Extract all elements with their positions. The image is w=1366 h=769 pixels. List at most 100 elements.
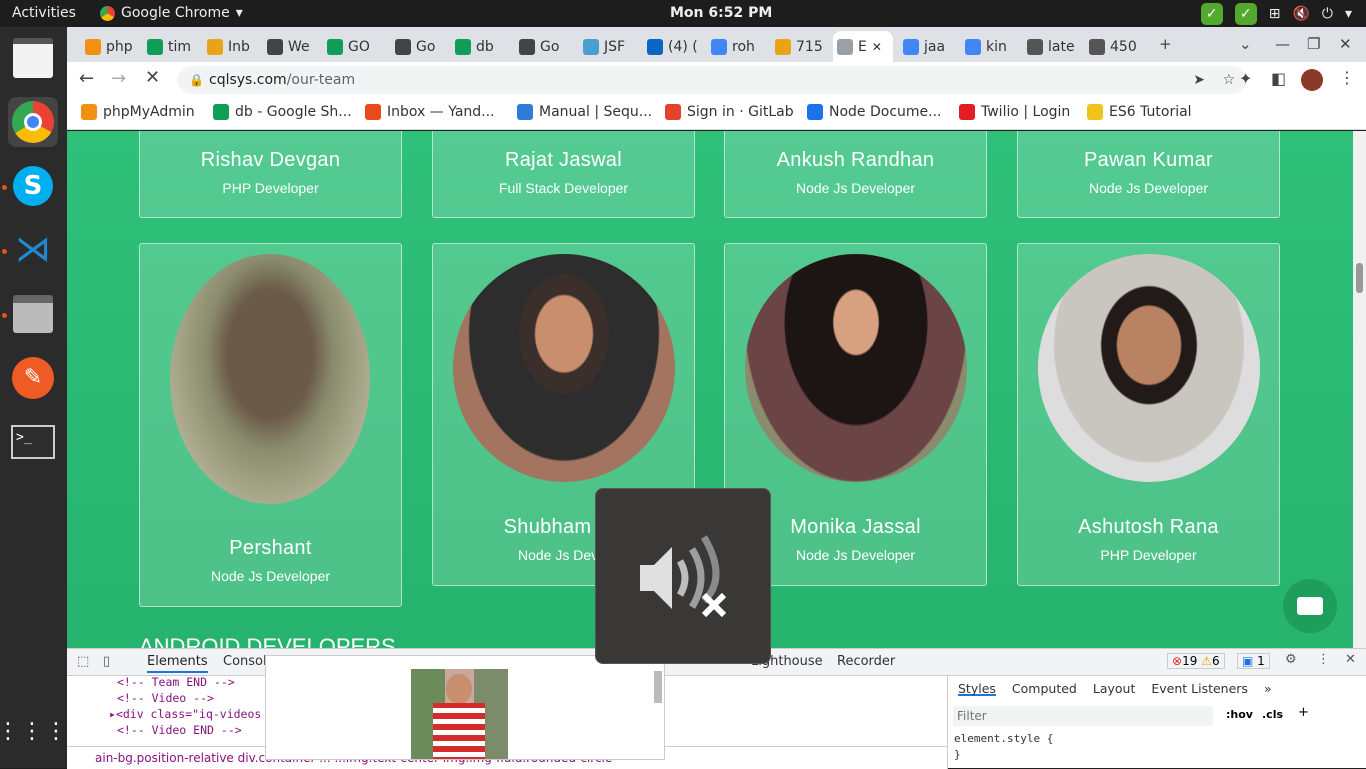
activities-button[interactable]: Activities — [12, 5, 76, 21]
browser-tab[interactable]: Go — [391, 31, 449, 62]
browser-tab[interactable]: php — [81, 31, 139, 62]
more-icon[interactable]: ⋮ — [1317, 652, 1330, 667]
file-cabinet-icon[interactable] — [8, 289, 58, 339]
stop-icon[interactable]: ✕ — [145, 67, 160, 88]
chrome-icon — [100, 5, 115, 21]
menu-icon[interactable]: ⋮ — [1339, 68, 1355, 87]
browser-tab[interactable]: Go — [515, 31, 573, 62]
tab-favicon-icon — [455, 38, 471, 55]
browser-tab[interactable]: E ✕ — [833, 31, 893, 62]
browser-tab[interactable]: roh — [707, 31, 765, 62]
device-toolbar-icon[interactable]: ▯ — [103, 654, 110, 669]
cls-toggle[interactable]: .cls — [1262, 708, 1283, 721]
issues-badge[interactable]: ▣ 1 — [1237, 653, 1270, 669]
browser-tab[interactable]: 715 — [771, 31, 829, 62]
maximize-icon[interactable]: ❐ — [1307, 35, 1320, 53]
hov-toggle[interactable]: :hov — [1226, 708, 1253, 721]
bookmark-item[interactable]: phpMyAdmin — [81, 104, 195, 120]
chrome-dock-icon[interactable] — [8, 97, 58, 147]
sync-check-icon[interactable]: ✓ — [1234, 3, 1257, 25]
tab-elements[interactable]: Elements — [147, 654, 208, 673]
vscode-icon[interactable]: ⋊ — [8, 225, 58, 275]
update-check-icon[interactable]: ✓ — [1200, 3, 1223, 25]
member-name: Pershant — [229, 537, 312, 559]
browser-tab[interactable]: GO — [323, 31, 381, 62]
issues-counter[interactable]: ⊗19 ⚠6 — [1167, 653, 1225, 669]
add-style-icon[interactable]: + — [1298, 705, 1309, 720]
tab-favicon-icon — [327, 38, 343, 55]
dom-node[interactable]: ▸<div class="iq-videos — [109, 707, 261, 721]
postman-icon[interactable]: ✎ — [8, 353, 58, 403]
expand-arrow-icon[interactable]: ▸ — [109, 707, 116, 721]
browser-tab[interactable]: jaa — [899, 31, 957, 62]
bookmark-item[interactable]: ES6 Tutorial — [1087, 104, 1192, 120]
back-icon[interactable]: ← — [79, 68, 94, 89]
team-card: Ankush Randhan Node Js Developer — [724, 131, 987, 218]
forward-icon[interactable]: → — [111, 68, 126, 89]
app-menu[interactable]: Google Chrome ▾ — [100, 5, 243, 21]
terminal-icon[interactable]: >_ — [8, 417, 58, 467]
tab-favicon-icon — [395, 38, 411, 55]
browser-tab[interactable]: 450 — [1085, 31, 1143, 62]
volume-muted-icon[interactable]: 🔇 — [1292, 6, 1309, 22]
dom-comment[interactable]: <!-- Video --> — [117, 691, 214, 705]
extensions-icon[interactable]: ✦ — [1239, 69, 1252, 88]
member-role: Node Js Developer — [210, 568, 331, 584]
tab-layout[interactable]: Layout — [1093, 681, 1136, 696]
inspect-icon[interactable]: ⬚ — [77, 654, 89, 669]
address-bar[interactable]: 🔒 cqlsys.com/our-team ➤ ☆ — [177, 66, 1247, 94]
power-icon[interactable]: ⏻ — [1322, 6, 1333, 22]
styles-filter-input[interactable] — [953, 706, 1213, 726]
tab-label: We — [288, 38, 310, 55]
tab-computed[interactable]: Computed — [1012, 681, 1077, 696]
more-tabs-icon[interactable]: » — [1264, 681, 1272, 696]
close-tab-icon[interactable]: ✕ — [872, 40, 882, 54]
system-tray[interactable]: ✓ ✓ ⊞ 🔇 ⏻ ▾ — [1200, 3, 1352, 25]
minimize-icon[interactable]: — — [1275, 35, 1290, 53]
show-apps-icon[interactable]: ⋮⋮⋮ — [0, 707, 67, 757]
profile-avatar[interactable] — [1301, 69, 1323, 91]
chat-widget-button[interactable] — [1283, 579, 1337, 633]
tab-event-listeners[interactable]: Event Listeners — [1151, 681, 1248, 696]
browser-tab[interactable]: kin — [961, 31, 1019, 62]
dom-comment[interactable]: <!-- Video END --> — [117, 723, 242, 737]
element-style-rule[interactable]: element.style { — [954, 732, 1053, 745]
browser-tab[interactable]: (4) ( — [643, 31, 701, 62]
browser-tab[interactable]: tim — [143, 31, 201, 62]
page-scrollbar[interactable] — [1353, 131, 1366, 648]
dom-comment[interactable]: <!-- Team END --> — [117, 675, 235, 689]
popup-scrollbar[interactable] — [654, 671, 662, 703]
text-editor-icon[interactable] — [8, 33, 58, 83]
bookmark-star-icon[interactable]: ☆ — [1222, 66, 1235, 94]
browser-tab[interactable]: db — [451, 31, 509, 62]
browser-tab[interactable]: We — [263, 31, 321, 62]
skype-icon[interactable]: S — [8, 161, 58, 211]
member-name: Ashutosh Rana — [1078, 516, 1219, 538]
side-panel-icon[interactable]: ◧ — [1271, 69, 1286, 88]
tab-favicon-icon — [85, 38, 101, 55]
browser-tab[interactable]: late — [1023, 31, 1081, 62]
network-icon[interactable]: ⊞ — [1269, 6, 1281, 22]
settings-icon[interactable]: ⚙ — [1285, 652, 1297, 667]
tab-recorder[interactable]: Recorder — [837, 654, 895, 669]
chevron-down-icon[interactable]: ▾ — [1345, 6, 1352, 22]
browser-toolbar: ← → ✕ 🔒 cqlsys.com/our-team ➤ ☆ ✦ ◧ ⋮ — [67, 62, 1366, 98]
new-tab-icon[interactable]: + — [1159, 35, 1172, 53]
bookmark-item[interactable]: Node Docume... — [807, 104, 942, 120]
scroll-thumb[interactable] — [1356, 263, 1363, 293]
clock[interactable]: Mon 6:52 PM — [670, 5, 772, 21]
close-devtools-icon[interactable]: ✕ — [1345, 652, 1356, 667]
close-window-icon[interactable]: ✕ — [1339, 35, 1352, 53]
tab-label: jaa — [924, 38, 946, 55]
tab-label: 715 — [796, 38, 823, 55]
browser-tab[interactable]: Inb — [203, 31, 261, 62]
send-icon[interactable]: ➤ — [1193, 66, 1205, 94]
tab-styles[interactable]: Styles — [958, 681, 996, 696]
bookmark-item[interactable]: Inbox — Yand... — [365, 104, 495, 120]
bookmark-item[interactable]: Twilio | Login — [959, 104, 1070, 120]
bookmark-item[interactable]: Sign in · GitLab — [665, 104, 794, 120]
tab-search-icon[interactable]: ⌄ — [1239, 35, 1252, 53]
browser-tab[interactable]: JSF — [579, 31, 637, 62]
bookmark-item[interactable]: db - Google Sh... — [213, 104, 352, 120]
bookmark-item[interactable]: Manual | Sequ... — [517, 104, 652, 120]
